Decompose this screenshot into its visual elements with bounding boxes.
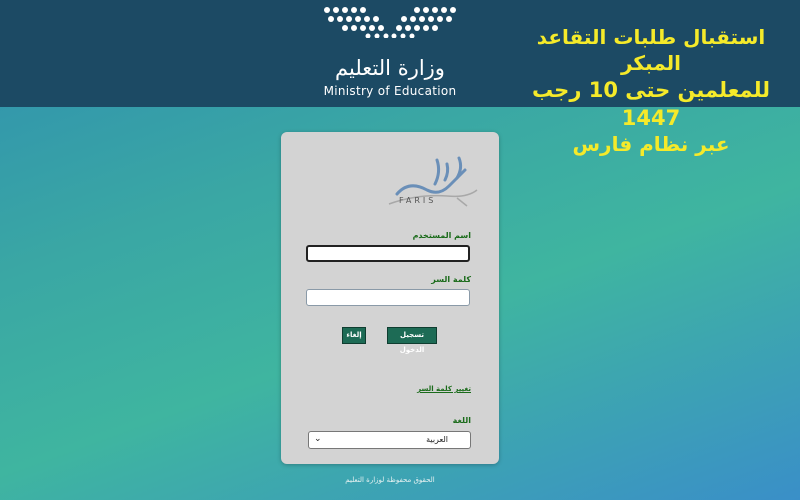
login-card: FARIS اسم المستخدم كلمة السر تسجيل الدخو… [281,132,499,464]
chevron-down-icon: ⌄ [314,434,322,444]
password-input[interactable] [306,289,470,306]
ministry-logo-dots-icon [324,7,456,38]
username-input[interactable] [306,245,470,262]
password-label: كلمة السر [431,275,471,284]
change-password-link[interactable]: تغيير كلمة السر [417,385,471,393]
cancel-button[interactable]: إلغاء [342,327,366,344]
language-selected-value: العربية [426,435,448,444]
headline-line-2: للمعلمين حتى 10 رجب 1447 [531,78,771,130]
faris-logo-text: FARIS [399,196,437,205]
language-select[interactable]: العربية ⌄ [308,431,471,449]
language-label: اللغة [452,416,471,425]
announcement-headline: استقبال طلبات التقاعد المبكر للمعلمين حت… [506,24,796,156]
ministry-name-english: Ministry of Education [323,84,457,98]
login-button[interactable]: تسجيل الدخول [387,327,437,354]
headline-line-1: استقبال طلبات التقاعد المبكر [536,25,766,75]
ministry-name-arabic: وزارة التعليم [335,56,445,80]
header-bar: وزارة التعليم Ministry of Education استق… [0,0,800,156]
copyright-footer: الحقوق محفوظة لوزارة التعليم [345,476,435,484]
headline-line-3: عبر نظام فارس [572,132,730,156]
username-label: اسم المستخدم [412,231,471,240]
